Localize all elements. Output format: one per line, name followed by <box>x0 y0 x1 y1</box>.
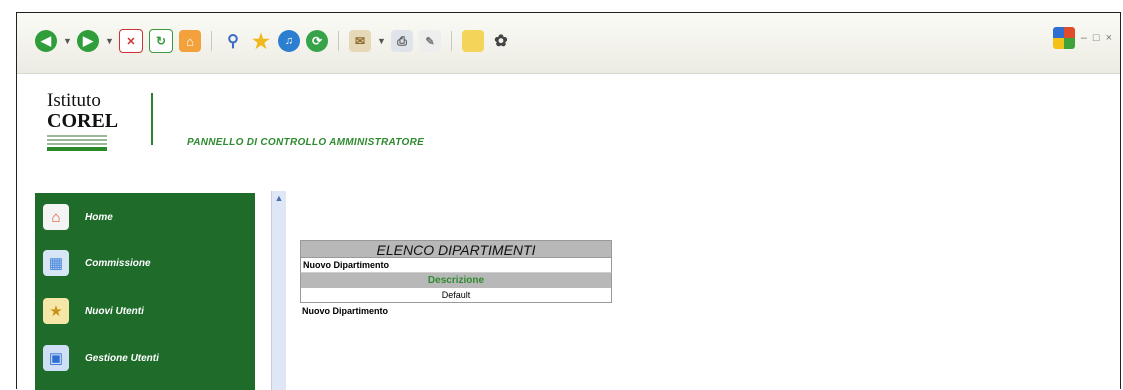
back-icon[interactable]: ◀ <box>35 30 57 52</box>
toolbar-icons: ◀ ▼ ▶ ▼ ✕ ↻ ⌂ ⚲ ★ ♫ ⟳ ✉ ▼ ⎙ ✎ ✿ <box>35 29 512 53</box>
favorites-icon[interactable]: ★ <box>250 30 272 53</box>
home-icon: ⌂ <box>43 204 69 230</box>
new-department-link-bottom[interactable]: Nuovo Dipartimento <box>300 306 612 316</box>
close-icon[interactable]: × <box>1106 32 1112 44</box>
sidebar-item-home[interactable]: ⌂ Home <box>35 197 255 237</box>
sidebar-item-label: Nuovi Utenti <box>85 305 144 317</box>
page-title: PANNELLO DI CONTROLLO AMMINISTRATORE <box>187 137 425 148</box>
toolbar-separator <box>211 31 212 51</box>
institute-logo[interactable]: Istituto COREL <box>47 90 119 171</box>
network-icon: ▦ <box>43 250 69 276</box>
sidebar-item-label: Gestione Utenti <box>85 352 159 364</box>
history-icon[interactable]: ⟳ <box>306 30 328 52</box>
stop-icon[interactable]: ✕ <box>119 29 143 53</box>
folder-icon[interactable] <box>462 30 484 52</box>
logo-text-line1: Istituto <box>47 90 101 111</box>
media-icon[interactable]: ♫ <box>278 30 300 52</box>
departments-panel: ELENCO DIPARTIMENTI Nuovo Dipartimento D… <box>300 240 612 316</box>
new-department-link[interactable]: Nuovo Dipartimento <box>300 258 612 273</box>
new-user-icon: ★ <box>43 298 69 324</box>
forward-icon[interactable]: ▶ <box>77 30 99 52</box>
edit-icon[interactable]: ✎ <box>419 30 441 52</box>
toolbar-separator <box>451 31 452 51</box>
mail-icon[interactable]: ✉ <box>349 30 371 52</box>
search-icon[interactable]: ⚲ <box>222 30 244 52</box>
column-header-descrizione: Descrizione <box>300 273 612 288</box>
forward-dropdown-icon[interactable]: ▼ <box>105 36 114 46</box>
sidebar-item-commissione[interactable]: ▦ Commissione <box>35 243 255 283</box>
toolbar-separator <box>338 31 339 51</box>
sidebar-item-nuovi-utenti[interactable]: ★ Nuovi Utenti <box>35 291 255 331</box>
mail-dropdown-icon[interactable]: ▼ <box>377 36 386 46</box>
browser-toolbar: ◀ ▼ ▶ ▼ ✕ ↻ ⌂ ⚲ ★ ♫ ⟳ ✉ ▼ ⎙ ✎ ✿ – □ × <box>17 13 1120 74</box>
vertical-scrollbar[interactable]: ▲ <box>271 191 286 390</box>
logo-text-line2: COREL <box>47 110 119 132</box>
panel-title: ELENCO DIPARTIMENTI <box>300 240 612 258</box>
sidebar-item-gestione-utenti[interactable]: ▣ Gestione Utenti <box>35 338 255 378</box>
print-icon[interactable]: ⎙ <box>391 30 413 52</box>
maximize-icon[interactable]: □ <box>1093 32 1100 44</box>
settings-icon[interactable]: ✿ <box>490 30 512 52</box>
sidebar-item-label: Home <box>85 211 113 223</box>
minimize-icon[interactable]: – <box>1081 32 1087 44</box>
header-divider <box>151 93 153 145</box>
refresh-icon[interactable]: ↻ <box>149 29 173 53</box>
table-row[interactable]: Default <box>300 288 612 303</box>
window-controls: – □ × <box>1052 27 1112 49</box>
scroll-up-icon[interactable]: ▲ <box>272 191 286 205</box>
windows-flag-icon <box>1052 27 1075 49</box>
sidebar-item-label: Commissione <box>85 257 151 269</box>
browser-window: ◀ ▼ ▶ ▼ ✕ ↻ ⌂ ⚲ ★ ♫ ⟳ ✉ ▼ ⎙ ✎ ✿ – □ × Is… <box>16 12 1121 390</box>
back-dropdown-icon[interactable]: ▼ <box>63 36 72 46</box>
users-icon: ▣ <box>43 345 69 371</box>
home-icon[interactable]: ⌂ <box>179 30 201 52</box>
logo-lines <box>47 135 107 151</box>
sidebar: ⌂ Home ▦ Commissione ★ Nuovi Utenti ▣ Ge… <box>35 193 255 390</box>
